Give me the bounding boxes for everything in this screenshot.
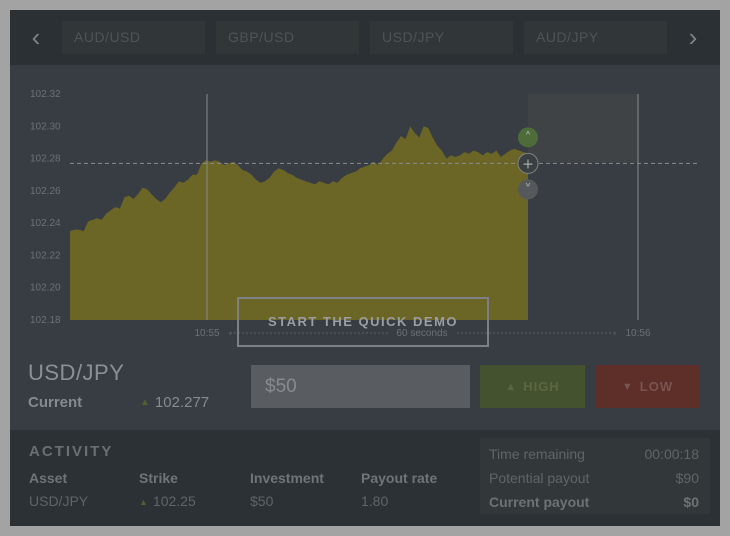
y-tick-label: 102.28 (30, 154, 61, 165)
arrow-left-icon: ‹ (228, 329, 232, 339)
trade-panel: USD/JPY Current ▲ 102.277 $50 ▲ HIGH ▼ LOW (10, 350, 720, 430)
y-tick-label: 102.26 (30, 186, 61, 197)
summary-label: Time remaining (489, 446, 585, 462)
price-area (70, 126, 528, 320)
current-price: ▲ 102.277 (140, 394, 209, 411)
summary-value: 00:00:18 (644, 446, 700, 462)
low-button-label: LOW (639, 379, 674, 394)
asset-tab-usd-jpy[interactable]: USD/JPY (370, 21, 513, 54)
row-asset: USD/JPY (29, 493, 89, 509)
svg-text:˄: ˄ (525, 130, 532, 146)
row-strike: ▲ 102.25 (139, 493, 196, 509)
amount-input[interactable]: $50 (251, 365, 470, 408)
up-arrow-icon: ▲ (505, 381, 518, 393)
y-tick-label: 102.24 (30, 218, 61, 229)
high-button[interactable]: ▲ HIGH (480, 365, 585, 408)
start-demo-button[interactable]: START THE QUICK DEMO (237, 297, 489, 347)
summary-row-time: Time remaining 00:00:18 (489, 446, 699, 468)
y-tick-label: 102.30 (30, 121, 61, 132)
high-button-label: HIGH (523, 379, 560, 394)
trading-widget: ‹ AUD/USD GBP/USD USD/JPY AUD/JPY › 102.… (10, 10, 720, 526)
chevron-left-icon[interactable]: ‹ (21, 23, 51, 53)
column-header-asset: Asset (29, 470, 68, 486)
summary-row-potential: Potential payout $90 (489, 470, 699, 492)
y-tick-label: 102.20 (30, 283, 61, 294)
y-tick-label: 102.18 (30, 315, 61, 326)
row-strike-value: 102.25 (152, 493, 196, 509)
up-marker-icon[interactable]: ˄ (518, 127, 538, 148)
row-payout-rate: 1.80 (361, 493, 389, 509)
up-arrow-icon: ▲ (139, 497, 148, 507)
arrow-right-icon: › (613, 329, 617, 339)
current-price-value: 102.277 (154, 394, 210, 411)
activity-title: ACTIVITY (29, 443, 114, 460)
asset-bar: ‹ AUD/USD GBP/USD USD/JPY AUD/JPY › (10, 10, 720, 65)
future-zone (528, 94, 638, 162)
selected-asset: USD/JPY (28, 360, 125, 385)
low-button[interactable]: ▼ LOW (595, 365, 700, 408)
y-tick-label: 102.22 (30, 250, 61, 261)
summary-value: $0 (683, 494, 699, 510)
x-tick-label: 10:55 (194, 328, 219, 339)
up-arrow-icon: ▲ (140, 397, 150, 408)
summary-label: Potential payout (489, 470, 590, 486)
svg-text:+: + (522, 156, 534, 172)
activity-panel: ACTIVITY Asset Strike Investment Payout … (10, 430, 720, 526)
asset-tab-aud-jpy[interactable]: AUD/JPY (524, 21, 667, 54)
price-chart: 102.32 102.30 102.28 102.26 102.24 102.22 102.… (10, 65, 720, 350)
summary-value: $90 (675, 470, 699, 486)
asset-tab-aud-usd[interactable]: AUD/USD (62, 21, 205, 54)
y-tick-label: 102.32 (30, 89, 61, 100)
current-label: Current (28, 394, 83, 411)
column-header-strike: Strike (139, 470, 178, 486)
svg-text:˅: ˅ (525, 182, 532, 198)
down-arrow-icon: ▼ (621, 381, 634, 393)
summary-row-current: Current payout $0 (489, 494, 699, 516)
payout-summary: Time remaining 00:00:18 Potential payout… (480, 438, 710, 514)
x-tick-label: 10:56 (625, 328, 650, 339)
plus-marker-icon[interactable]: + (517, 152, 539, 174)
column-header-investment: Investment (250, 470, 324, 486)
down-marker-icon[interactable]: ˅ (518, 179, 538, 200)
row-investment: $50 (250, 493, 274, 509)
asset-tab-gbp-usd[interactable]: GBP/USD (216, 21, 359, 54)
summary-label: Current payout (489, 494, 590, 510)
column-header-payout-rate: Payout rate (361, 470, 438, 486)
chevron-right-icon[interactable]: › (678, 23, 708, 53)
